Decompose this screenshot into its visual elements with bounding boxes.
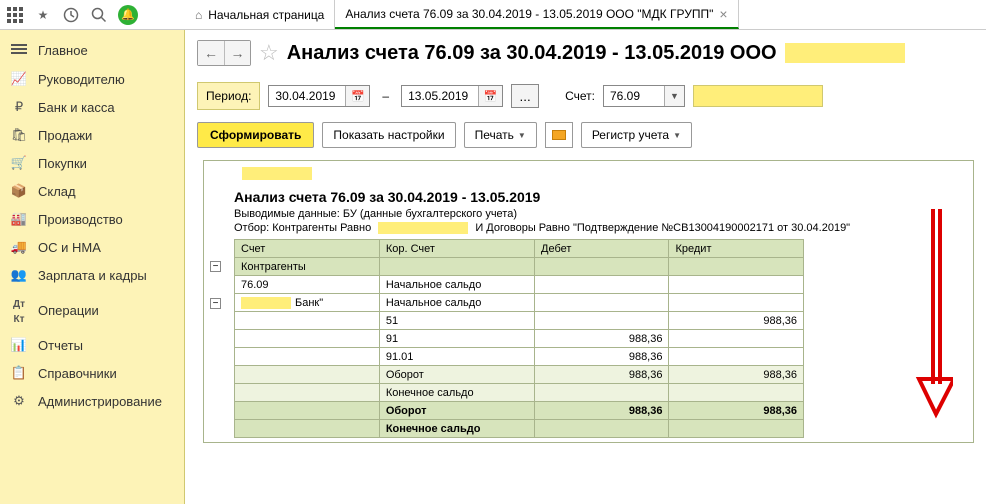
report-table: Счет Кор. Счет Дебет Кредит Контрагенты … <box>234 239 804 438</box>
sidebar-item-label: Справочники <box>38 366 117 381</box>
sidebar-item-label: Банк и касса <box>38 100 115 115</box>
truck-icon: 🚚 <box>10 239 28 255</box>
col-account: Счет <box>235 240 380 258</box>
bag-icon: 🛍 <box>10 127 28 143</box>
redacted-text <box>785 43 905 63</box>
sidebar-item-label: Продажи <box>38 128 92 143</box>
sidebar-item-label: ОС и НМА <box>38 240 101 255</box>
bars-icon: 📊 <box>10 337 28 353</box>
sidebar-item-6[interactable]: 🏭 Производство <box>0 205 184 233</box>
sidebar-item-label: Руководителю <box>38 72 125 87</box>
period-label: Период: <box>197 82 260 110</box>
people-icon: 👥 <box>10 267 28 283</box>
book-icon: 📋 <box>10 365 28 381</box>
calendar-to-icon[interactable]: 📅 <box>478 86 502 106</box>
tab-analysis[interactable]: Анализ счета 76.09 за 30.04.2019 - 13.05… <box>335 0 738 29</box>
box-icon: 📦 <box>10 183 28 199</box>
table-row: Банк"Начальное сальдо <box>235 294 804 312</box>
col-debit: Дебет <box>535 240 669 258</box>
generate-button[interactable]: Сформировать <box>197 122 314 148</box>
calendar-from-icon[interactable]: 📅 <box>345 86 369 106</box>
notifications-icon[interactable]: 🔔 <box>118 5 138 25</box>
date-from-input[interactable] <box>269 86 345 106</box>
chevron-down-icon[interactable]: ▼ <box>664 86 684 106</box>
sidebar-item-label: Склад <box>38 184 76 199</box>
period-picker-button[interactable]: ... <box>511 84 539 108</box>
close-icon[interactable]: × <box>719 6 727 22</box>
sidebar-item-0[interactable]: Главное <box>0 36 184 65</box>
sidebar-item-label: Главное <box>38 43 88 58</box>
back-button[interactable]: ← <box>198 41 224 65</box>
sidebar-item-10[interactable]: 📊 Отчеты <box>0 331 184 359</box>
col-sub: Контрагенты <box>235 258 380 276</box>
apps-icon[interactable] <box>6 6 24 24</box>
sidebar: Главное 📈 Руководителю ₽ Банк и касса 🛍 Продаж… <box>0 30 185 504</box>
report-title: Анализ счета 76.09 за 30.04.2019 - 13.05… <box>234 185 969 207</box>
account-input[interactable] <box>604 86 664 106</box>
sidebar-item-12[interactable]: ⚙ Администрирование <box>0 387 184 415</box>
date-to-input[interactable] <box>402 86 478 106</box>
sidebar-item-4[interactable]: 🛒 Покупки <box>0 149 184 177</box>
sidebar-item-label: Операции <box>38 303 99 318</box>
account-label: Счет: <box>565 89 595 103</box>
col-cor-account: Кор. Счет <box>379 240 534 258</box>
tab-home[interactable]: ⌂ Начальная страница <box>185 0 335 29</box>
sidebar-item-3[interactable]: 🛍 Продажи <box>0 121 184 149</box>
print-button[interactable]: Печать▼ <box>464 122 537 148</box>
favorite-icon[interactable]: ★ <box>34 6 52 24</box>
report-area: Анализ счета 76.09 за 30.04.2019 - 13.05… <box>203 160 974 443</box>
forward-button[interactable]: → <box>224 41 250 65</box>
redacted-text <box>378 222 468 234</box>
table-row: Конечное сальдо <box>235 420 804 438</box>
email-button[interactable] <box>545 122 573 148</box>
sidebar-item-label: Администрирование <box>38 394 162 409</box>
cart-icon: 🛒 <box>10 155 28 171</box>
tab-home-label: Начальная страница <box>208 8 324 22</box>
collapse-node-button[interactable]: − <box>210 261 221 272</box>
menu-icon <box>10 42 28 59</box>
collapse-node-button[interactable]: − <box>210 298 221 309</box>
ops-icon: ДтКт <box>10 295 28 325</box>
annotation-arrow-icon <box>913 209 953 419</box>
sidebar-item-label: Отчеты <box>38 338 83 353</box>
redacted-text <box>242 167 312 180</box>
sidebar-item-7[interactable]: 🚚 ОС и НМА <box>0 233 184 261</box>
chart-icon: 📈 <box>10 71 28 87</box>
show-settings-button[interactable]: Показать настройки <box>322 122 455 148</box>
sidebar-item-5[interactable]: 📦 Склад <box>0 177 184 205</box>
redacted-field <box>693 85 823 107</box>
history-icon[interactable] <box>62 6 80 24</box>
home-icon: ⌂ <box>195 8 202 22</box>
ruble-icon: ₽ <box>10 99 28 115</box>
table-row: Оборот988,36988,36 <box>235 366 804 384</box>
table-row: Оборот988,36988,36 <box>235 402 804 420</box>
factory-icon: 🏭 <box>10 211 28 227</box>
sidebar-item-label: Производство <box>38 212 123 227</box>
gear-icon: ⚙ <box>10 393 28 409</box>
register-button[interactable]: Регистр учета▼ <box>581 122 692 148</box>
sidebar-item-9[interactable]: ДтКт Операции <box>0 289 184 331</box>
table-row: Конечное сальдо <box>235 384 804 402</box>
table-row: 51988,36 <box>235 312 804 330</box>
bookmark-icon[interactable]: ☆ <box>259 40 279 66</box>
tab-analysis-label: Анализ счета 76.09 за 30.04.2019 - 13.05… <box>345 7 713 21</box>
sidebar-item-label: Зарплата и кадры <box>38 268 147 283</box>
col-credit: Кредит <box>669 240 804 258</box>
sidebar-item-2[interactable]: ₽ Банк и касса <box>0 93 184 121</box>
sidebar-item-1[interactable]: 📈 Руководителю <box>0 65 184 93</box>
sidebar-item-label: Покупки <box>38 156 87 171</box>
sidebar-item-11[interactable]: 📋 Справочники <box>0 359 184 387</box>
page-title: Анализ счета 76.09 за 30.04.2019 - 13.05… <box>287 42 777 65</box>
search-icon[interactable] <box>90 6 108 24</box>
envelope-icon <box>552 130 566 140</box>
table-row: 76.09Начальное сальдо <box>235 276 804 294</box>
nav-buttons: ← → <box>197 40 251 66</box>
sidebar-item-8[interactable]: 👥 Зарплата и кадры <box>0 261 184 289</box>
table-row: 91.01988,36 <box>235 348 804 366</box>
table-row: 91988,36 <box>235 330 804 348</box>
